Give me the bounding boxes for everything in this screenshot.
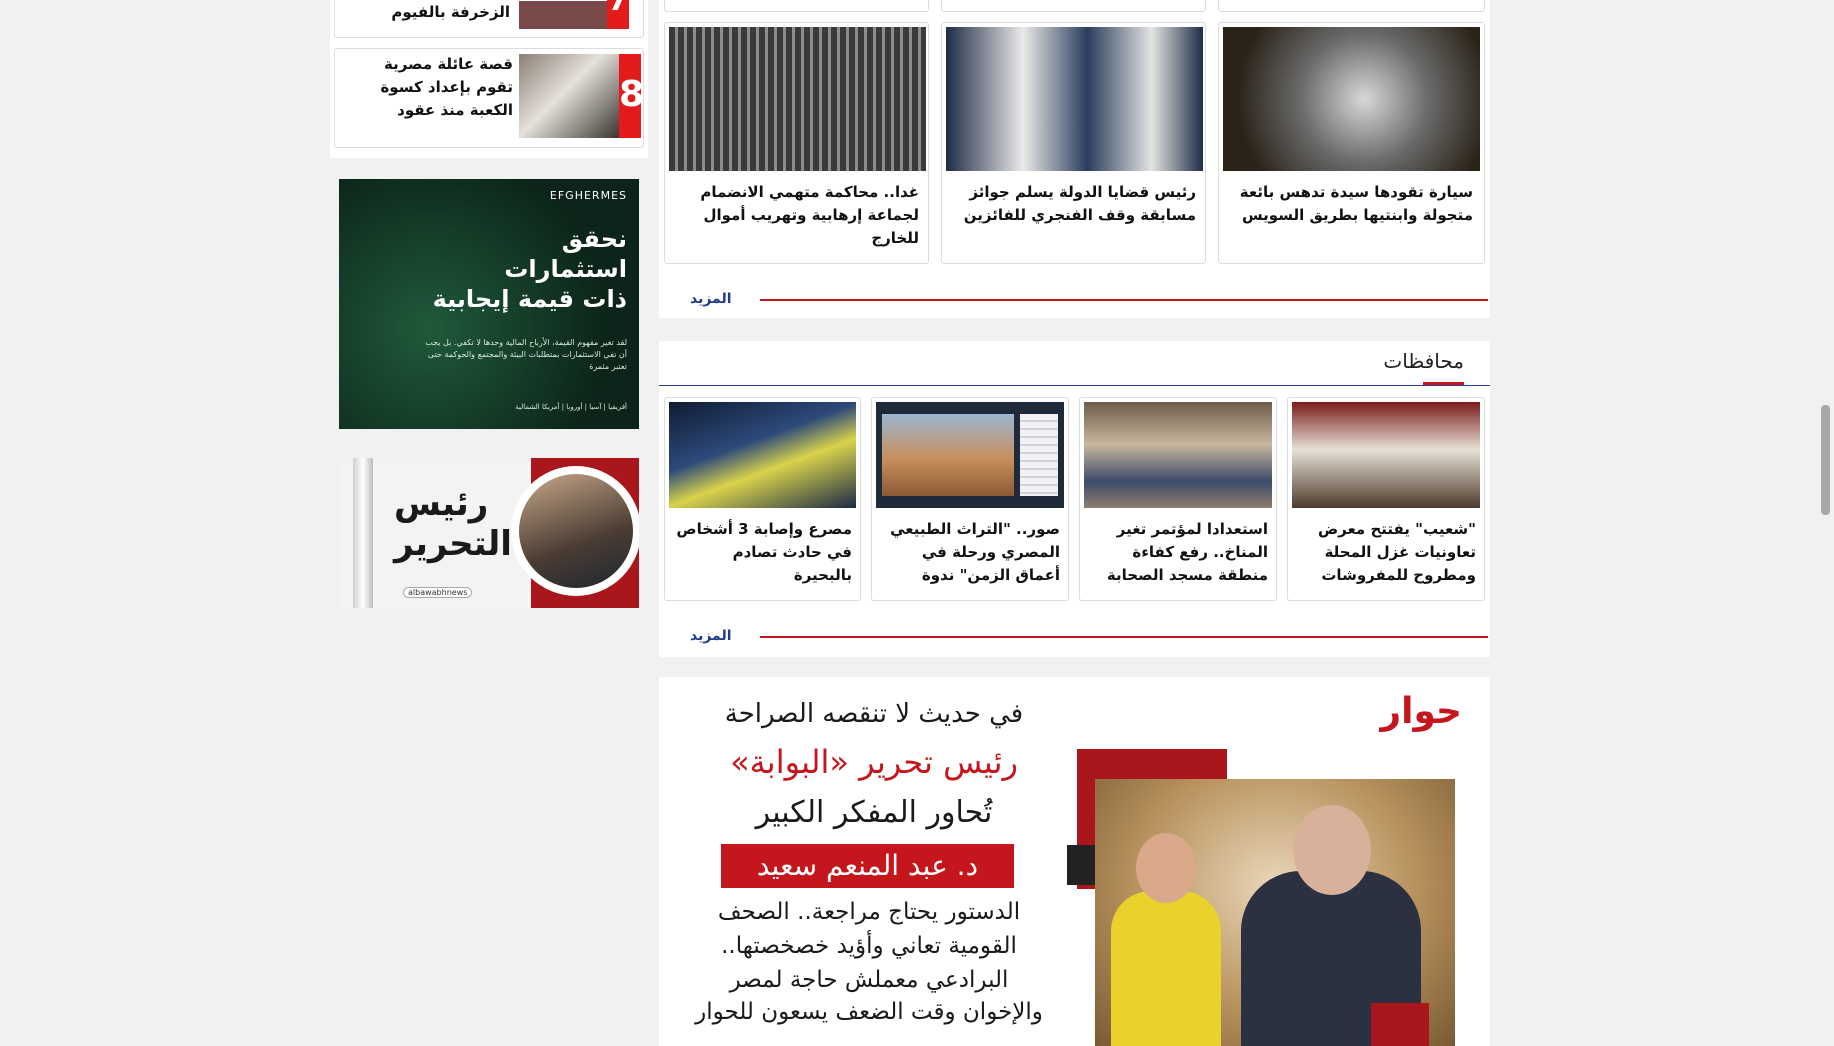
news-thumb [1223, 27, 1480, 171]
section-title: محافظات [1383, 349, 1464, 373]
ad2-line2: التحرير [394, 524, 512, 564]
ad2-handle: albawabhnews [403, 587, 473, 598]
ad-headline-1: نحقق [561, 225, 627, 253]
interview-tag: حوار [1380, 691, 1462, 732]
divider [760, 299, 1488, 301]
news-card-partial [664, 0, 929, 12]
ad-body: لقد تغير مفهوم القيمة، الأرباح المالية و… [425, 338, 627, 371]
gov-card[interactable]: "شعيب" يفتتح معرض تعاونيات غزل المحلة وم… [1287, 397, 1485, 601]
efg-hermes-ad[interactable]: EFGHERMES نحقق استثمارات ذات قيمة إيجابي… [339, 179, 639, 429]
ad-headline-3: ذات قيمة إيجابية [432, 285, 627, 313]
news-title: رئيس قضايا الدولة يسلم جوائز مسابقة وقف … [963, 183, 1196, 224]
news-thumb [946, 27, 1203, 171]
interview-quote-4: والإخوان وقت الضعف يسعون للحوار [695, 999, 1043, 1025]
editor-in-chief-ad[interactable]: رئيس التحرير albawabhnews [339, 458, 639, 608]
news-card[interactable]: رئيس قضايا الدولة يسلم جوائز مسابقة وقف … [941, 22, 1206, 264]
gov-thumb [669, 402, 856, 508]
gov-thumb [1292, 402, 1480, 508]
interview-banner[interactable]: حوار في حديث لا تنقصه الصراحة رئيس تحرير… [659, 677, 1490, 1046]
news-card-partial [1218, 0, 1485, 12]
ranked-title: الزخرفة بالفيوم [391, 3, 510, 21]
news-card[interactable]: غدا.. محاكمة متهمي الانضمام لجماعة إرهاب… [664, 22, 929, 264]
interview-line-1: في حديث لا تنقصه الصراحة [724, 699, 1024, 729]
ad-brand: EFGHERMES [549, 189, 627, 202]
ranked-thumb [519, 54, 619, 138]
gov-title: استعدادا لمؤتمر تغير المناخ.. رفع كفاءة … [1106, 520, 1268, 584]
ranked-item-8[interactable]: 8 قصة عائلة مصرية تقوم بإعداد كسوة الكعب… [334, 48, 644, 148]
news-card-partial [941, 0, 1206, 12]
gov-thumb [876, 402, 1064, 508]
ad-footer: أفريقيا | آسيا | أوروبا | أمريكا الشمالي… [515, 403, 627, 411]
more-link[interactable]: المزيد [690, 628, 732, 644]
news-title: غدا.. محاكمة متهمي الانضمام لجماعة إرهاب… [700, 183, 919, 247]
news-thumb [669, 27, 926, 171]
pen-icon [353, 458, 373, 608]
more-link[interactable]: المزيد [690, 291, 732, 307]
interview-line-2: رئيس تحرير «البوابة» [730, 743, 1018, 781]
gov-thumb [1084, 402, 1272, 508]
gov-card[interactable]: استعدادا لمؤتمر تغير المناخ.. رفع كفاءة … [1079, 397, 1277, 601]
divider [760, 636, 1488, 638]
interview-quote-1: الدستور يحتاج مراجعة.. الصحف [717, 899, 1021, 925]
ranked-item-7[interactable]: 7 الزخرفة بالفيوم [334, 0, 644, 38]
interview-quote-3: البرادعي معملش حاجة لمصر [729, 967, 1009, 993]
gov-title: صور.. "التراث الطبيعي المصري ورحلة في أع… [890, 520, 1060, 584]
news-card[interactable]: سيارة تقودها سيدة تدهس بائعة متجولة وابن… [1218, 22, 1485, 264]
gov-card[interactable]: مصرع وإصابة 3 أشخاص في حادث تصادم بالبحي… [664, 397, 861, 601]
interview-name: د. عبد المنعم سعيد [721, 844, 1014, 888]
gov-title: "شعيب" يفتتح معرض تعاونيات غزل المحلة وم… [1317, 520, 1476, 584]
rank-badge: 8 [619, 54, 644, 138]
section-header-rule [659, 385, 1490, 386]
page-scrollbar[interactable] [1817, 0, 1834, 1046]
interview-line-3: تُحاور المفكر الكبير [755, 795, 993, 830]
news-title: سيارة تقودها سيدة تدهس بائعة متجولة وابن… [1239, 183, 1473, 224]
interview-quote-2: القومية تعاني وأؤيد خصخصتها.. [721, 933, 1017, 959]
ad2-line1: رئيس [394, 484, 489, 524]
rank-badge: 7 [607, 0, 629, 29]
gov-title: مصرع وإصابة 3 أشخاص في حادث تصادم بالبحي… [676, 520, 852, 584]
gov-card[interactable]: صور.. "التراث الطبيعي المصري ورحلة في أع… [871, 397, 1069, 601]
editor-portrait [511, 458, 639, 608]
interview-photo [1067, 741, 1476, 1046]
ranked-title: قصة عائلة مصرية تقوم بإعداد كسوة الكعبة … [380, 55, 513, 119]
ad-headline-2: استثمارات [504, 255, 627, 283]
scrollbar-thumb[interactable] [1821, 405, 1830, 515]
